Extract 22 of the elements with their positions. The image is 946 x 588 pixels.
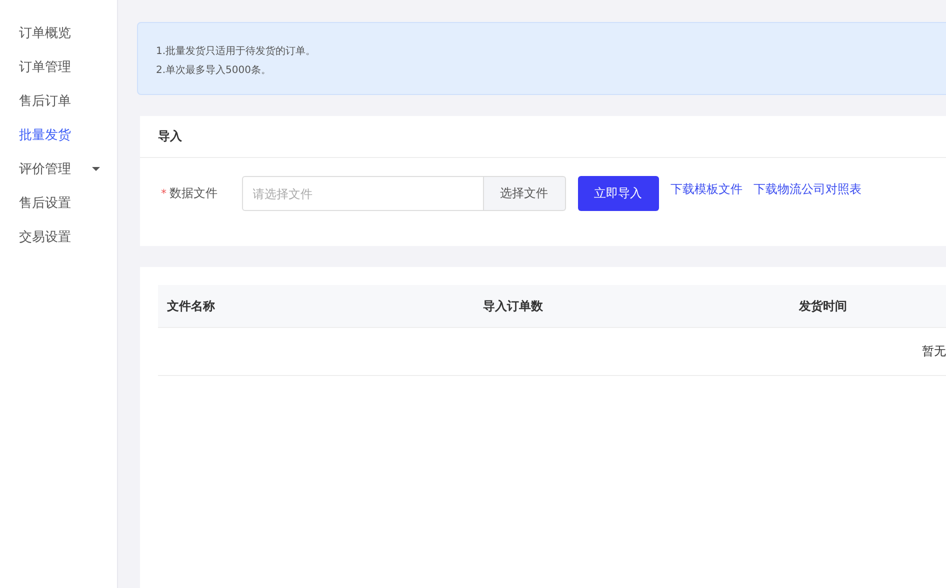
- caret-icon: [92, 167, 100, 171]
- download-link[interactable]: 下载物流公司对照表: [754, 181, 862, 198]
- column-header: 导入订单数: [483, 298, 544, 314]
- column-header: 文件名称: [167, 298, 216, 314]
- sidebar-item[interactable]: 评价管理: [0, 152, 117, 186]
- sidebar-item[interactable]: 交易设置: [0, 220, 117, 254]
- import-button[interactable]: 立即导入: [578, 176, 658, 211]
- required-mark: *: [161, 187, 166, 200]
- notice-text: 1.批量发货只适用于待发货的订单。: [156, 44, 316, 59]
- notice-text: 2.单次最多导入5000条。: [156, 64, 271, 78]
- field-label: 数据文件: [170, 185, 218, 202]
- sidebar-item[interactable]: 批量发货: [0, 118, 117, 152]
- column-header: 发货时间: [799, 298, 848, 314]
- card-title: 导入: [158, 128, 182, 145]
- download-link[interactable]: 下载模板文件: [670, 181, 742, 198]
- choose-file-button[interactable]: 选择文件: [484, 176, 566, 211]
- empty-text: 暂无: [922, 343, 946, 360]
- sidebar-item[interactable]: 售后设置: [0, 186, 117, 220]
- sidebar-item[interactable]: 订单概览: [0, 16, 117, 50]
- file-input-field[interactable]: 请选择文件: [242, 176, 484, 211]
- sidebar-item[interactable]: 订单管理: [0, 50, 117, 84]
- sidebar-item[interactable]: 售后订单: [0, 84, 117, 118]
